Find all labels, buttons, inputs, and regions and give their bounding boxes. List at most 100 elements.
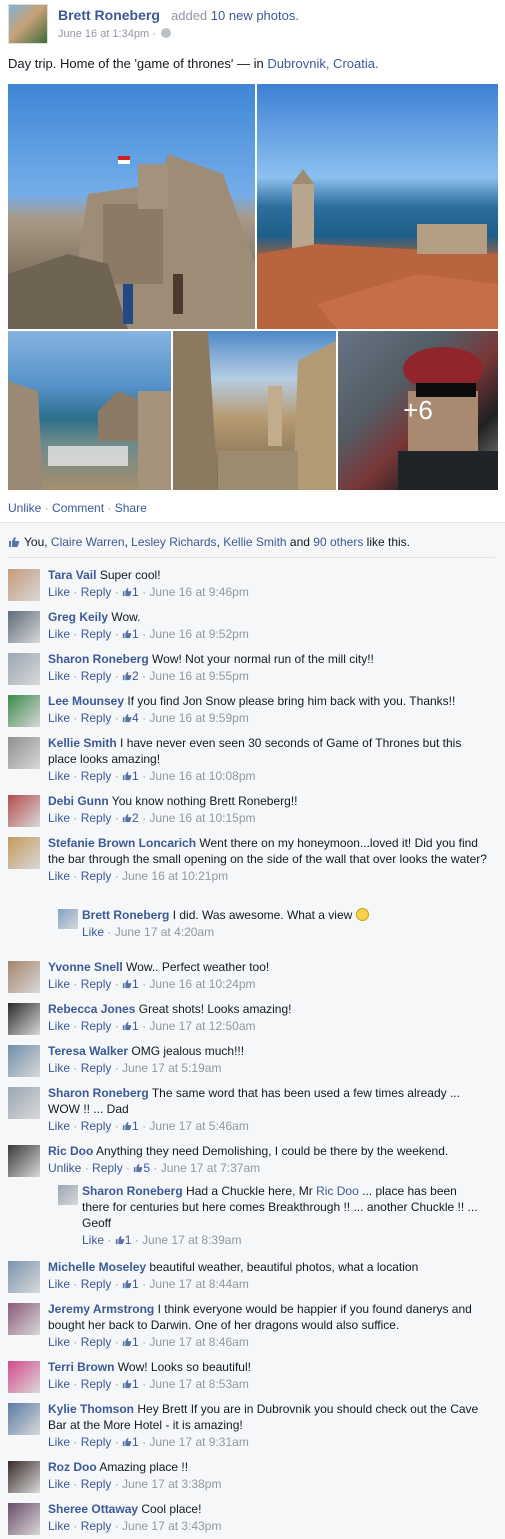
comment-reply-button[interactable]: Reply	[81, 1435, 112, 1449]
commenter-name[interactable]: Debi Gunn	[48, 794, 109, 808]
commenter-name[interactable]: Greg Keily	[48, 610, 108, 624]
comment-timestamp[interactable]: June 17 at 7:37am	[161, 1161, 260, 1175]
comment-timestamp[interactable]: June 17 at 4:20am	[115, 925, 214, 939]
commenter-avatar[interactable]	[8, 569, 40, 601]
comment-like-button[interactable]: Like	[48, 711, 70, 725]
commenter-name[interactable]: Kylie Thomson	[48, 1402, 134, 1416]
comment-like-count[interactable]: 1	[132, 977, 139, 991]
commenter-avatar[interactable]	[8, 695, 40, 727]
comment-timestamp[interactable]: June 17 at 3:43pm	[122, 1519, 221, 1533]
comment-timestamp[interactable]: June 16 at 10:21pm	[122, 869, 228, 883]
comment-like-button[interactable]: Like	[48, 1477, 70, 1491]
commenter-name[interactable]: Tara Vail	[48, 568, 96, 582]
comment-like-button[interactable]: Like	[48, 1061, 70, 1075]
commenter-name[interactable]: Michelle Moseley	[48, 1260, 146, 1274]
commenter-avatar[interactable]	[8, 1361, 40, 1393]
comment-reply-button[interactable]: Reply	[81, 627, 112, 641]
commenter-name[interactable]: Ric Doo	[48, 1144, 93, 1158]
unlike-button[interactable]: Unlike	[8, 501, 41, 515]
comment-like-button[interactable]: Like	[48, 585, 70, 599]
commenter-name[interactable]: Brett Roneberg	[82, 908, 169, 922]
commenter-avatar[interactable]	[8, 1303, 40, 1335]
commenter-avatar[interactable]	[58, 1185, 78, 1205]
comment-reply-button[interactable]: Reply	[81, 869, 112, 883]
commenter-avatar[interactable]	[8, 1461, 40, 1493]
comment-reply-button[interactable]: Reply	[81, 1519, 112, 1533]
comment-reply-button[interactable]: Reply	[81, 1277, 112, 1291]
commenter-avatar[interactable]	[8, 961, 40, 993]
post-timestamp[interactable]: June 16 at 1:34pm ·	[58, 28, 171, 40]
mention-link[interactable]: Ric Doo	[316, 1184, 359, 1198]
commenter-avatar[interactable]	[8, 653, 40, 685]
photo-5[interactable]: +6	[338, 331, 498, 490]
comment-reply-button[interactable]: Reply	[81, 1377, 112, 1391]
comment-like-button[interactable]: Like	[48, 869, 70, 883]
comment-timestamp[interactable]: June 17 at 9:31am	[149, 1435, 248, 1449]
commenter-name[interactable]: Sharon Roneberg	[48, 652, 149, 666]
comment-reply-button[interactable]: Reply	[81, 811, 112, 825]
comment-like-count[interactable]: 1	[132, 627, 139, 641]
author-avatar[interactable]	[8, 4, 48, 44]
others-link[interactable]: 90 others	[313, 535, 363, 549]
location-link[interactable]: Dubrovnik, Croatia.	[267, 56, 378, 71]
comment-like-button[interactable]: Like	[48, 1277, 70, 1291]
commenter-name[interactable]: Stefanie Brown Loncarich	[48, 836, 196, 850]
comment-like-count[interactable]: 1	[132, 1119, 139, 1133]
comment-reply-button[interactable]: Reply	[81, 1061, 112, 1075]
timestamp-text[interactable]: June 16 at 1:34pm ·	[58, 28, 159, 40]
comment-timestamp[interactable]: June 16 at 10:24pm	[149, 977, 255, 991]
comment-unlike-button[interactable]: Unlike	[48, 1161, 81, 1175]
comment-like-count[interactable]: 1	[132, 1377, 139, 1391]
comment-reply-button[interactable]: Reply	[81, 1119, 112, 1133]
commenter-avatar[interactable]	[8, 795, 40, 827]
commenter-name[interactable]: Terri Brown	[48, 1360, 114, 1374]
comment-timestamp[interactable]: June 17 at 5:46am	[149, 1119, 248, 1133]
commenter-avatar[interactable]	[8, 611, 40, 643]
commenter-name[interactable]: Kellie Smith	[48, 736, 117, 750]
photo-2[interactable]	[257, 84, 498, 329]
comment-timestamp[interactable]: June 17 at 3:38pm	[122, 1477, 221, 1491]
comment-like-count[interactable]: 1	[132, 1019, 139, 1033]
comment-reply-button[interactable]: Reply	[81, 585, 112, 599]
commenter-avatar[interactable]	[8, 1145, 40, 1177]
comment-like-button[interactable]: Like	[48, 669, 70, 683]
comment-timestamp[interactable]: June 16 at 10:08pm	[149, 769, 255, 783]
commenter-avatar[interactable]	[8, 837, 40, 869]
comment-like-button[interactable]: Like	[48, 1377, 70, 1391]
comment-timestamp[interactable]: June 16 at 10:15pm	[149, 811, 255, 825]
comment-reply-button[interactable]: Reply	[92, 1161, 123, 1175]
comment-like-button[interactable]: Like	[48, 811, 70, 825]
comment-timestamp[interactable]: June 17 at 8:44am	[149, 1277, 248, 1291]
comment-like-button[interactable]: Like	[48, 1519, 70, 1533]
share-button[interactable]: Share	[115, 501, 147, 515]
commenter-name[interactable]: Roz Doo	[48, 1460, 97, 1474]
comment-like-button[interactable]: Like	[48, 1435, 70, 1449]
comment-timestamp[interactable]: June 17 at 8:39am	[142, 1233, 241, 1247]
liker-link[interactable]: Claire Warren	[51, 535, 125, 549]
photo-1[interactable]	[8, 84, 255, 329]
commenter-avatar[interactable]	[8, 1261, 40, 1293]
comment-timestamp[interactable]: June 17 at 5:19am	[122, 1061, 221, 1075]
commenter-name[interactable]: Sharon Roneberg	[48, 1086, 149, 1100]
commenter-name[interactable]: Lee Mounsey	[48, 694, 124, 708]
comment-like-count[interactable]: 2	[132, 811, 139, 825]
commenter-avatar[interactable]	[8, 1003, 40, 1035]
comment-like-button[interactable]: Like	[82, 925, 104, 939]
comment-like-count[interactable]: 4	[132, 711, 139, 725]
comment-like-button[interactable]: Like	[48, 1019, 70, 1033]
comment-timestamp[interactable]: June 17 at 8:46am	[149, 1335, 248, 1349]
comment-like-button[interactable]: Like	[48, 627, 70, 641]
commenter-name[interactable]: Yvonne Snell	[48, 960, 123, 974]
photos-link[interactable]: 10 new photos.	[211, 8, 299, 23]
comment-like-button[interactable]: Like	[48, 769, 70, 783]
comment-reply-button[interactable]: Reply	[81, 1477, 112, 1491]
comment-like-button[interactable]: Like	[48, 1119, 70, 1133]
commenter-name[interactable]: Jeremy Armstrong	[48, 1302, 154, 1316]
comment-reply-button[interactable]: Reply	[81, 1019, 112, 1033]
commenter-avatar[interactable]	[8, 1045, 40, 1077]
commenter-name[interactable]: Sheree Ottaway	[48, 1502, 138, 1516]
commenter-avatar[interactable]	[8, 1087, 40, 1119]
photo-3[interactable]	[8, 331, 171, 490]
comment-like-count[interactable]: 1	[132, 769, 139, 783]
comment-timestamp[interactable]: June 17 at 12:50am	[149, 1019, 255, 1033]
